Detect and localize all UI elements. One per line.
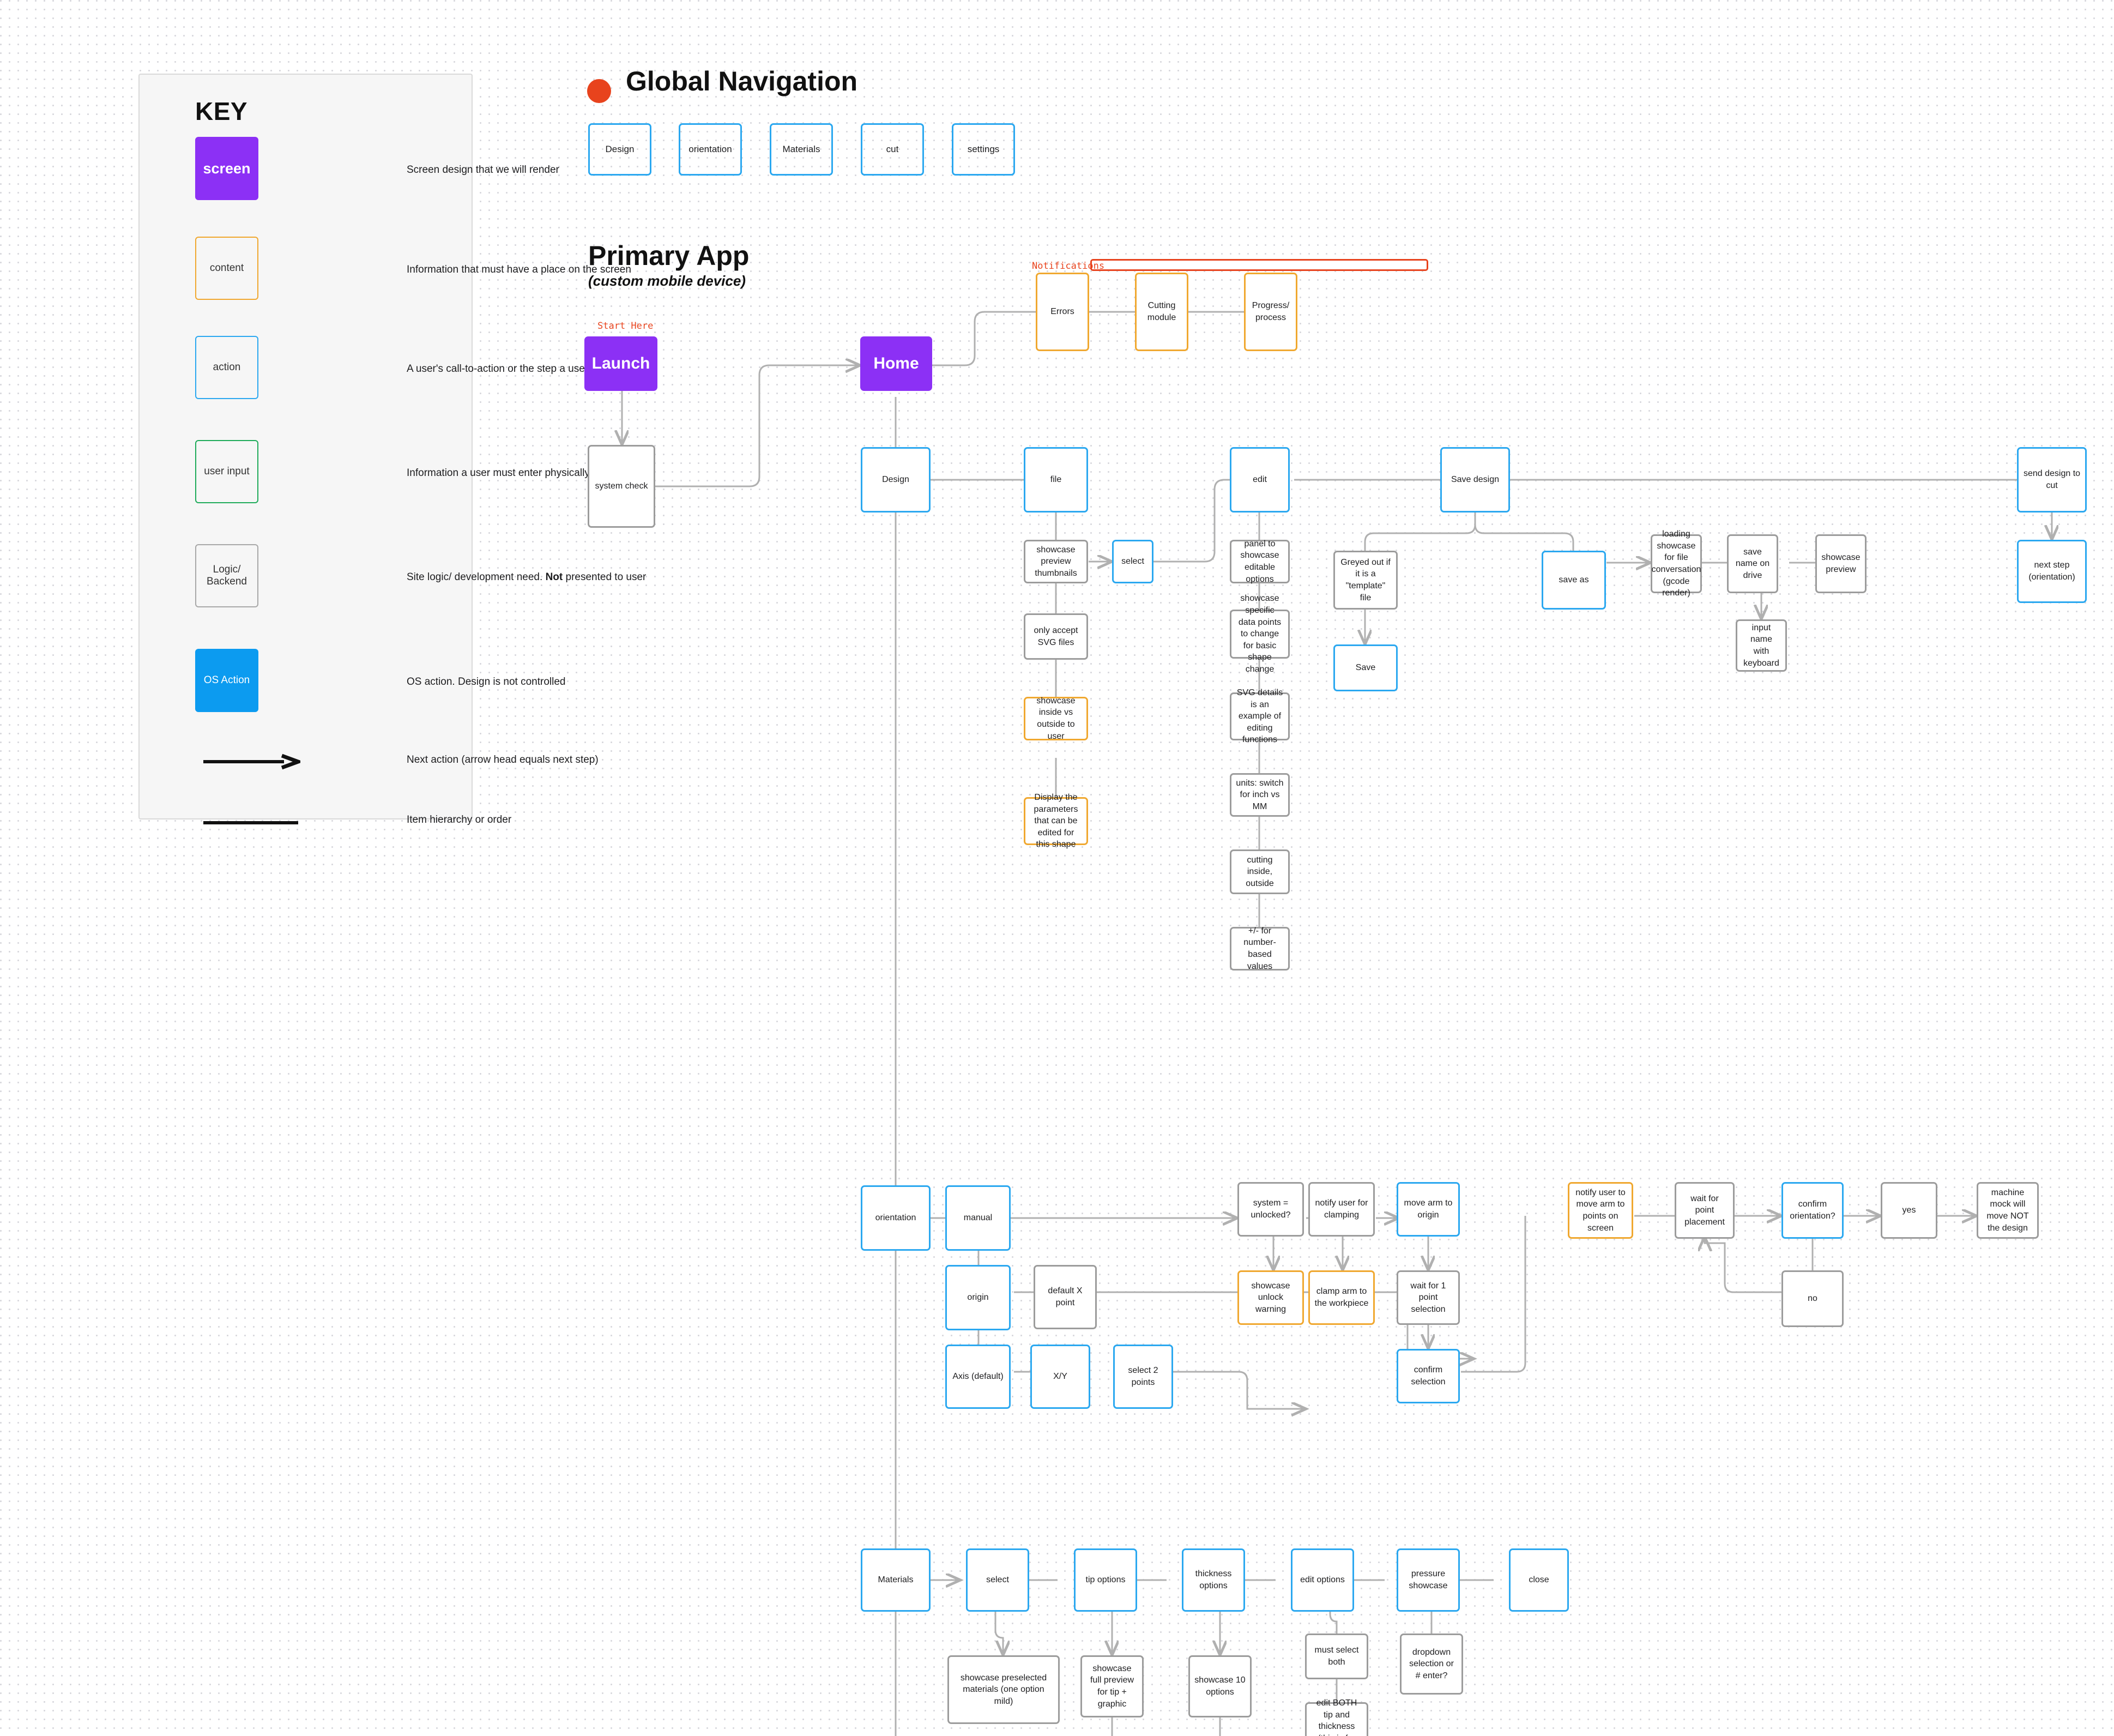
node-materials[interactable]: Materials <box>861 1548 931 1612</box>
node-showcase-preview-thumbnails: showcase preview thumbnails <box>1024 540 1088 583</box>
node-send-design-to-cut[interactable]: send design to cut <box>2017 447 2087 513</box>
node-confirm-orientation[interactable]: confirm orientation? <box>1781 1182 1844 1239</box>
node-svg-details-example: SVG details is an example of editing fun… <box>1230 688 1290 744</box>
global-navigation-heading: Global Navigation <box>626 66 858 97</box>
key-desc-logic-text-b: presented to user <box>563 571 647 583</box>
key-desc-screen: Screen design that we will render <box>407 164 559 176</box>
node-errors: Errors <box>1036 273 1089 351</box>
key-desc-next-action: Next action (arrow head equals next step… <box>407 754 599 765</box>
node-confirm-selection[interactable]: confirm selection <box>1397 1349 1460 1403</box>
global-nav-item-settings[interactable]: settings <box>952 123 1015 176</box>
node-showcase-full-preview: showcase full preview for tip + graphic <box>1080 1655 1144 1717</box>
node-origin[interactable]: origin <box>945 1265 1011 1330</box>
node-select-materials[interactable]: select <box>966 1548 1029 1612</box>
key-swatch-user-input: user input <box>195 440 258 503</box>
node-plus-minus-values: +/- for number-based values <box>1230 926 1290 971</box>
key-swatch-content: content <box>195 237 258 300</box>
node-only-accept-svg: only accept SVG files <box>1024 613 1088 660</box>
node-wait-for-point-placement: wait for point placement <box>1675 1182 1735 1239</box>
notifications-band <box>1090 259 1428 271</box>
node-system-check: system check <box>588 445 655 528</box>
primary-app-heading: Primary App <box>588 240 750 271</box>
node-display-parameters: Display the parameters that can be edite… <box>1024 793 1088 849</box>
node-edit[interactable]: edit <box>1230 447 1290 513</box>
notifications-label: Notifications <box>1032 261 1105 272</box>
node-file[interactable]: file <box>1024 447 1088 513</box>
node-loading-showcase: loading showcase for file conversation (… <box>1651 529 1702 598</box>
node-clamp-arm-workpiece: clamp arm to the workpiece <box>1308 1270 1375 1325</box>
key-desc-user-input: Information a user must enter physically <box>407 467 590 479</box>
global-navigation-dot-icon <box>587 79 611 103</box>
node-showcase-unlock-warning: showcase unlock warning <box>1237 1270 1304 1325</box>
key-desc-logic-bold: Not <box>545 571 563 583</box>
key-desc-hierarchy: Item hierarchy or order <box>407 814 512 825</box>
key-desc-logic-text-a: Site logic/ development need. <box>407 571 546 583</box>
node-yes[interactable]: yes <box>1881 1182 1937 1239</box>
node-design[interactable]: Design <box>861 447 931 513</box>
key-legend-panel: KEY screen Screen design that we will re… <box>138 74 646 825</box>
node-notify-user-move-arm: notify user to move arm to points on scr… <box>1568 1182 1633 1239</box>
key-desc-logic-backend: Site logic/ development need. Not presen… <box>407 571 646 583</box>
node-showcase-preselected-materials: showcase preselected materials (one opti… <box>947 1655 1060 1724</box>
node-must-select-both: must select both <box>1305 1633 1368 1679</box>
node-cutting-inside-outside: cutting inside, outside <box>1230 849 1290 894</box>
node-system-unlocked: system = unlocked? <box>1237 1182 1304 1237</box>
flow-diagram-canvas: KEY screen Screen design that we will re… <box>0 0 2114 1736</box>
node-showcase-preview: showcase preview <box>1815 534 1867 593</box>
next-action-arrow-icon <box>203 754 300 770</box>
node-cutting-module: Cutting module <box>1135 273 1188 351</box>
node-edit-options[interactable]: edit options <box>1291 1548 1354 1612</box>
key-panel-title: KEY <box>195 97 248 125</box>
node-pressure-showcase[interactable]: pressure showcase <box>1397 1548 1460 1612</box>
node-wait-for-1-point: wait for 1 point selection <box>1397 1270 1460 1325</box>
node-xy[interactable]: X/Y <box>1030 1345 1090 1409</box>
node-input-name-keyboard: input name with keyboard <box>1736 619 1787 672</box>
node-axis-default[interactable]: Axis (default) <box>945 1345 1011 1409</box>
key-swatch-os-action: OS Action <box>195 649 258 712</box>
global-nav-item-cut[interactable]: cut <box>861 123 924 176</box>
node-thickness-options[interactable]: thickness options <box>1182 1548 1245 1612</box>
node-showcase-specific-data-points: showcase specific data points to change … <box>1230 594 1290 674</box>
node-save[interactable]: Save <box>1333 644 1398 691</box>
node-home[interactable]: Home <box>860 336 932 391</box>
node-notify-user-clamping: notify user for clamping <box>1308 1182 1375 1237</box>
node-units-switch: units: switch for inch vs MM <box>1230 773 1290 817</box>
node-manual[interactable]: manual <box>945 1185 1011 1251</box>
primary-app-subtitle: (custom mobile device) <box>588 273 746 289</box>
node-move-arm-to-origin[interactable]: move arm to origin <box>1397 1182 1460 1237</box>
node-save-as[interactable]: save as <box>1542 551 1606 610</box>
node-greyed-out-template: Greyed out if it is a "template" file <box>1333 551 1398 610</box>
node-edit-both-tip-thickness: edit BOTH tip and thickness (this is for… <box>1305 1698 1368 1736</box>
key-swatch-logic-backend: Logic/ Backend <box>195 544 258 607</box>
node-close[interactable]: close <box>1509 1548 1569 1612</box>
node-tip-options[interactable]: tip options <box>1074 1548 1137 1612</box>
node-launch[interactable]: Launch <box>584 336 657 391</box>
start-here-label: Start Here <box>597 321 654 331</box>
node-save-design[interactable]: Save design <box>1440 447 1510 513</box>
node-showcase-10-options: showcase 10 options <box>1188 1655 1252 1717</box>
node-select-file[interactable]: select <box>1112 540 1153 583</box>
node-next-step-orientation[interactable]: next step (orientation) <box>2017 540 2087 603</box>
node-no[interactable]: no <box>1781 1270 1844 1327</box>
node-machine-mock: machine mock will move NOT the design <box>1977 1182 2039 1239</box>
node-save-name-on-drive: save name on drive <box>1727 534 1778 593</box>
node-default-x-point: default X point <box>1034 1265 1097 1329</box>
global-nav-item-orientation[interactable]: orientation <box>679 123 742 176</box>
global-nav-item-materials[interactable]: Materials <box>770 123 833 176</box>
key-desc-os-action: OS action. Design is not controlled <box>407 676 566 688</box>
node-dropdown-selection: dropdown selection or # enter? <box>1400 1633 1463 1695</box>
global-nav-item-design[interactable]: Design <box>588 123 651 176</box>
node-progress-process: Progress/ process <box>1244 273 1297 351</box>
node-panel-editable-options: panel to showcase editable options <box>1230 539 1290 584</box>
key-swatch-action: action <box>195 336 258 399</box>
node-select-2-points[interactable]: select 2 points <box>1113 1345 1173 1409</box>
node-showcase-inside-outside: showcase inside vs outside to user <box>1024 696 1088 741</box>
node-orientation[interactable]: orientation <box>861 1185 931 1251</box>
hierarchy-line-icon <box>203 821 298 824</box>
key-swatch-screen: screen <box>195 137 258 200</box>
